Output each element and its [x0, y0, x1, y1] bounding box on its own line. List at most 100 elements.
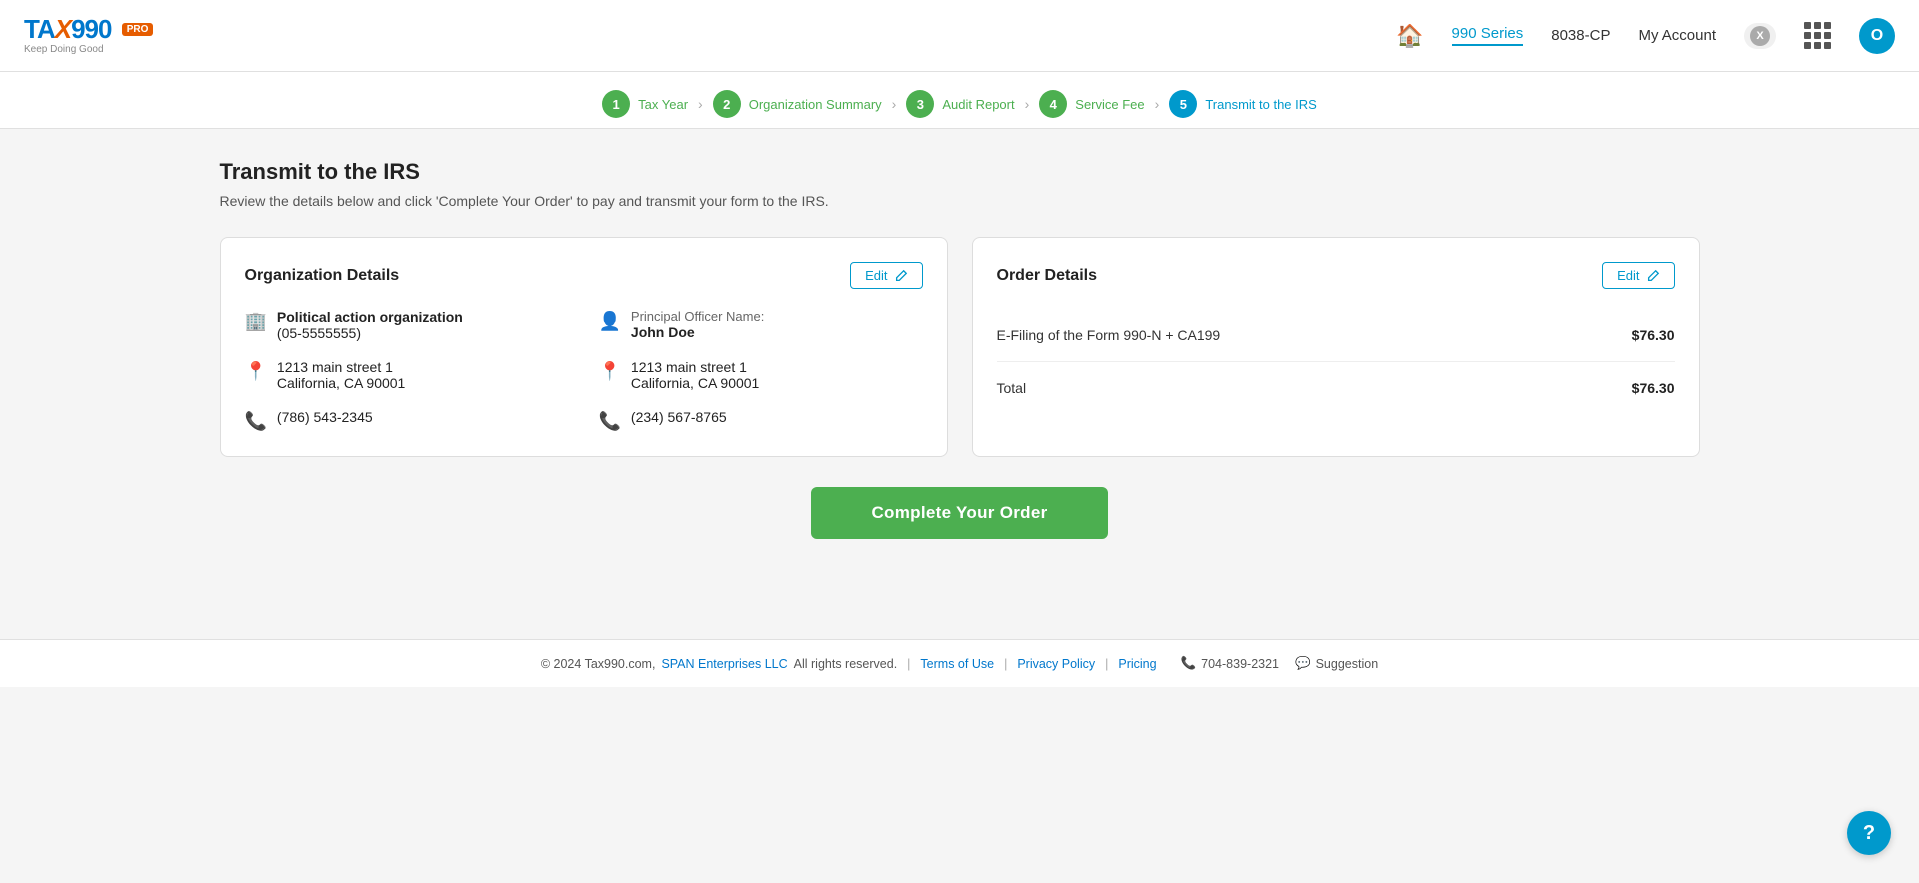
org-card: Organization Details Edit 🏢 Political ac… [220, 237, 948, 457]
phone-icon: 📞 [245, 411, 267, 432]
order-line-item: E-Filing of the Form 990-N + CA199 $76.3… [997, 309, 1675, 362]
page-title: Transmit to the IRS [220, 159, 1700, 185]
footer-terms-link[interactable]: Terms of Use [920, 657, 994, 671]
org-card-header: Organization Details Edit [245, 262, 923, 289]
step-1[interactable]: 1 Tax Year [602, 90, 688, 118]
officer-phone-field: 📞 (234) 567-8765 [599, 409, 923, 432]
step-2-circle: 2 [713, 90, 741, 118]
home-icon[interactable]: 🏠 [1396, 23, 1423, 49]
nav-990-series[interactable]: 990 Series [1452, 25, 1524, 46]
step-1-circle: 1 [602, 90, 630, 118]
officer-phone: (234) 567-8765 [631, 409, 727, 425]
officer-name-field: 👤 Principal Officer Name: John Doe [599, 309, 923, 341]
step-2[interactable]: 2 Organization Summary [713, 90, 882, 118]
complete-order-button[interactable]: Complete Your Order [811, 487, 1107, 539]
nav-my-account[interactable]: My Account [1638, 27, 1716, 44]
order-line-price: $76.30 [1632, 327, 1675, 343]
header: TAX990 PRO Keep Doing Good 🏠 990 Series … [0, 0, 1919, 72]
officer-phone-icon: 📞 [599, 411, 621, 432]
footer-pricing-link[interactable]: Pricing [1118, 657, 1156, 671]
person-icon: 👤 [599, 311, 621, 332]
logo-tax: TA [24, 14, 55, 44]
step-arrow-2: › [892, 96, 897, 112]
org-edit-button[interactable]: Edit [850, 262, 922, 289]
footer-copyright: © 2024 Tax990.com, [541, 657, 656, 671]
officer-location-icon: 📍 [599, 361, 621, 382]
main-content: Transmit to the IRS Review the details b… [180, 129, 1740, 639]
nav-8038cp[interactable]: 8038-CP [1551, 27, 1610, 44]
officer-address1: 1213 main street 1 [631, 359, 759, 375]
org-name-field: 🏢 Political action organization (05-5555… [245, 309, 569, 341]
org-phone-field: 📞 (786) 543-2345 [245, 409, 569, 432]
org-city-state: California, CA 90001 [277, 375, 405, 391]
user-avatar[interactable]: O [1859, 18, 1895, 54]
step-5[interactable]: 5 Transmit to the IRS [1169, 90, 1317, 118]
logo-tagline: Keep Doing Good [24, 44, 104, 55]
footer-phone-icon: 📞 [1181, 656, 1197, 671]
footer: © 2024 Tax990.com, SPAN Enterprises LLC … [0, 639, 1919, 687]
step-3-label: Audit Report [942, 97, 1014, 112]
footer-phone-area: 📞 704-839-2321 [1181, 656, 1279, 671]
officer-city-state: California, CA 90001 [631, 375, 759, 391]
pro-badge: PRO [122, 23, 154, 36]
cta-bar: Complete Your Order [220, 457, 1700, 559]
footer-rights: All rights reserved. [794, 657, 898, 671]
edit-icon [894, 269, 908, 283]
org-card-title: Organization Details [245, 267, 400, 285]
step-3[interactable]: 3 Audit Report [906, 90, 1014, 118]
help-button[interactable]: ? [1847, 811, 1891, 855]
toggle-x[interactable]: X [1750, 26, 1770, 46]
cards-row: Organization Details Edit 🏢 Political ac… [220, 237, 1700, 457]
stepper: 1 Tax Year › 2 Organization Summary › 3 … [0, 72, 1919, 129]
footer-phone-number: 704-839-2321 [1201, 657, 1279, 671]
suggestion-icon: 💬 [1295, 656, 1311, 671]
step-4[interactable]: 4 Service Fee [1039, 90, 1144, 118]
page-subtitle: Review the details below and click 'Comp… [220, 193, 1700, 209]
suggestion-label: Suggestion [1316, 657, 1379, 671]
org-ein: (05-5555555) [277, 325, 463, 341]
org-address1: 1213 main street 1 [277, 359, 405, 375]
order-total-price: $76.30 [1632, 380, 1675, 396]
logo-num: 990 [71, 14, 111, 44]
officer-name: John Doe [631, 324, 764, 340]
order-card: Order Details Edit E-Filing of the Form … [972, 237, 1700, 457]
org-address-field: 📍 1213 main street 1 California, CA 9000… [245, 359, 569, 391]
order-line-desc: E-Filing of the Form 990-N + CA199 [997, 327, 1221, 343]
step-arrow-3: › [1025, 96, 1030, 112]
order-total-label: Total [997, 380, 1027, 396]
footer-privacy-link[interactable]: Privacy Policy [1017, 657, 1095, 671]
footer-span-link[interactable]: SPAN Enterprises LLC [661, 657, 787, 671]
order-total-line: Total $76.30 [997, 362, 1675, 396]
step-1-label: Tax Year [638, 97, 688, 112]
location-icon: 📍 [245, 361, 267, 382]
org-name: Political action organization [277, 309, 463, 325]
step-arrow-1: › [698, 96, 703, 112]
step-2-label: Organization Summary [749, 97, 882, 112]
order-card-title: Order Details [997, 267, 1097, 285]
footer-sep-1: | [907, 657, 910, 671]
order-edit-label: Edit [1617, 268, 1639, 283]
step-5-circle: 5 [1169, 90, 1197, 118]
officer-label: Principal Officer Name: [631, 309, 764, 324]
step-4-circle: 4 [1039, 90, 1067, 118]
footer-sep-3: | [1105, 657, 1108, 671]
step-4-label: Service Fee [1075, 97, 1144, 112]
building-icon: 🏢 [245, 311, 267, 332]
footer-sep-2: | [1004, 657, 1007, 671]
header-nav: 🏠 990 Series 8038-CP My Account X O [1396, 18, 1895, 54]
org-edit-label: Edit [865, 268, 887, 283]
logo[interactable]: TAX990 PRO Keep Doing Good [24, 16, 153, 55]
footer-suggestion-area[interactable]: 💬 Suggestion [1295, 656, 1378, 671]
step-arrow-4: › [1155, 96, 1160, 112]
logo-x: X [55, 14, 71, 44]
step-3-circle: 3 [906, 90, 934, 118]
order-edit-icon [1646, 269, 1660, 283]
org-fields-grid: 🏢 Political action organization (05-5555… [245, 309, 923, 432]
grid-apps-icon[interactable] [1804, 22, 1831, 49]
step-5-label: Transmit to the IRS [1205, 97, 1317, 112]
toggle-area[interactable]: X [1744, 23, 1776, 49]
order-card-header: Order Details Edit [997, 262, 1675, 289]
org-phone: (786) 543-2345 [277, 409, 373, 425]
order-edit-button[interactable]: Edit [1602, 262, 1674, 289]
officer-address-field: 📍 1213 main street 1 California, CA 9000… [599, 359, 923, 391]
